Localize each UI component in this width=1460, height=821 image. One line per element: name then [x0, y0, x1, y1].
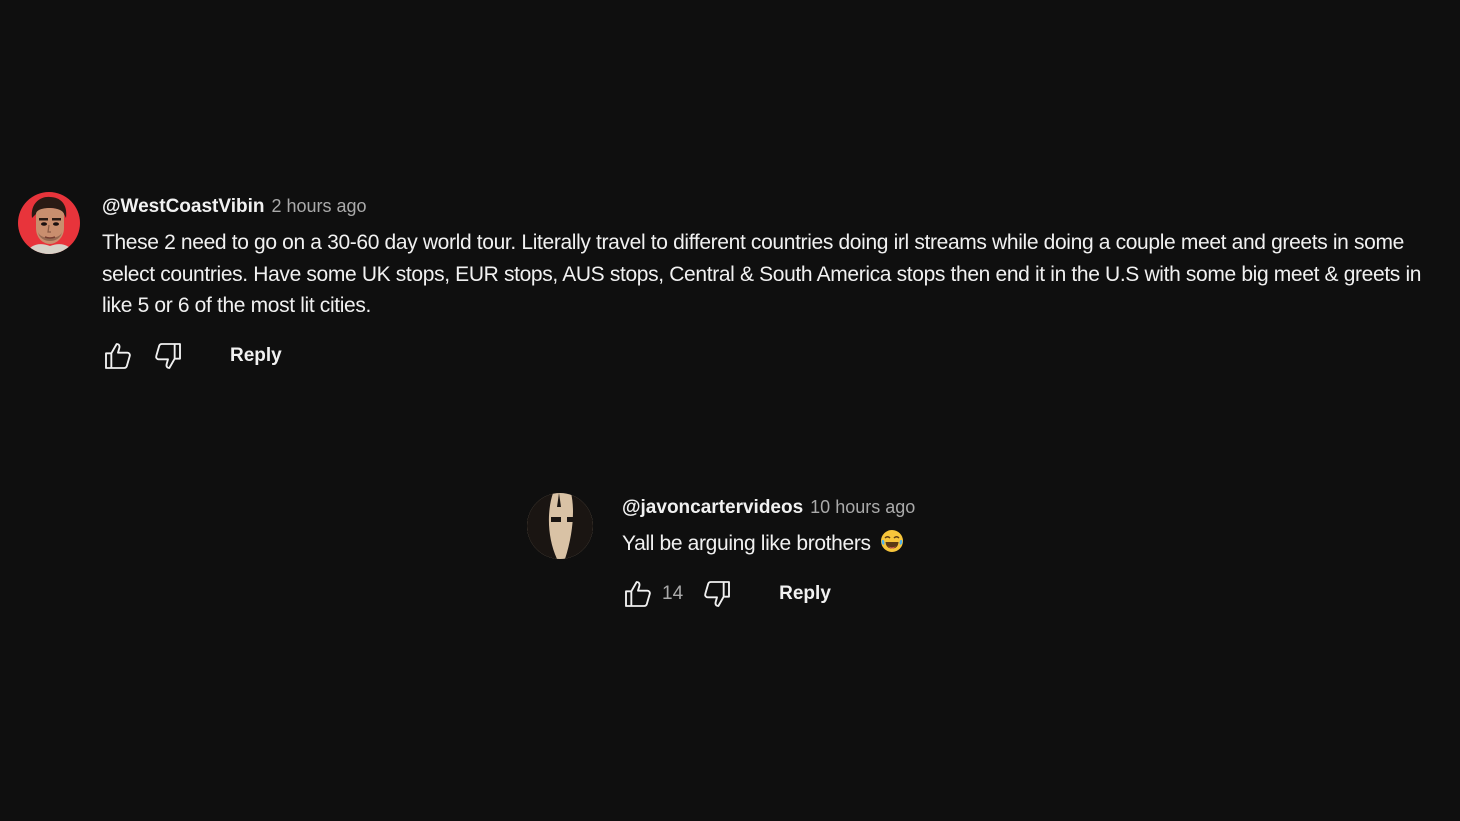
comment-timestamp[interactable]: 2 hours ago — [271, 192, 366, 220]
comment-timestamp[interactable]: 10 hours ago — [810, 493, 915, 521]
comment-body: @WestCoastVibin 2 hours ago These 2 need… — [102, 192, 1448, 376]
like-button[interactable] — [98, 336, 138, 376]
comment-actions: Reply — [98, 336, 1448, 376]
laughing-emoji-icon — [881, 530, 904, 552]
dislike-button[interactable] — [148, 336, 188, 376]
comment-body: @javoncartervideos 10 hours ago Yall be … — [622, 493, 1227, 614]
like-button[interactable] — [618, 574, 658, 614]
thumbs-up-icon — [625, 580, 651, 607]
comment-header: @WestCoastVibin 2 hours ago — [102, 192, 1448, 220]
comment-thread: @javoncartervideos 10 hours ago Yall be … — [527, 493, 1227, 614]
comment-text: Yall be arguing like brothers — [622, 532, 871, 555]
thumbs-up-icon — [105, 342, 131, 369]
avatar-image — [18, 192, 80, 254]
avatar[interactable] — [527, 493, 593, 559]
thumbs-down-icon — [704, 580, 731, 607]
comment-author[interactable]: @WestCoastVibin — [102, 193, 264, 221]
reply-button[interactable]: Reply — [775, 577, 835, 611]
avatar[interactable] — [18, 192, 80, 254]
comment-thread: @WestCoastVibin 2 hours ago These 2 need… — [18, 192, 1448, 376]
dislike-button[interactable] — [697, 574, 737, 614]
comment-author[interactable]: @javoncartervideos — [622, 494, 803, 522]
thumbs-down-icon — [155, 342, 181, 369]
comment-text-line: Yall be arguing like brothers — [622, 528, 1227, 560]
reply-button[interactable]: Reply — [226, 339, 286, 373]
comment-actions: 14 Reply — [618, 574, 1227, 614]
comment-text: These 2 need to go on a 30-60 day world … — [102, 231, 1422, 317]
comment-header: @javoncartervideos 10 hours ago — [622, 493, 1227, 521]
avatar-image — [527, 493, 593, 559]
like-count: 14 — [662, 582, 684, 604]
